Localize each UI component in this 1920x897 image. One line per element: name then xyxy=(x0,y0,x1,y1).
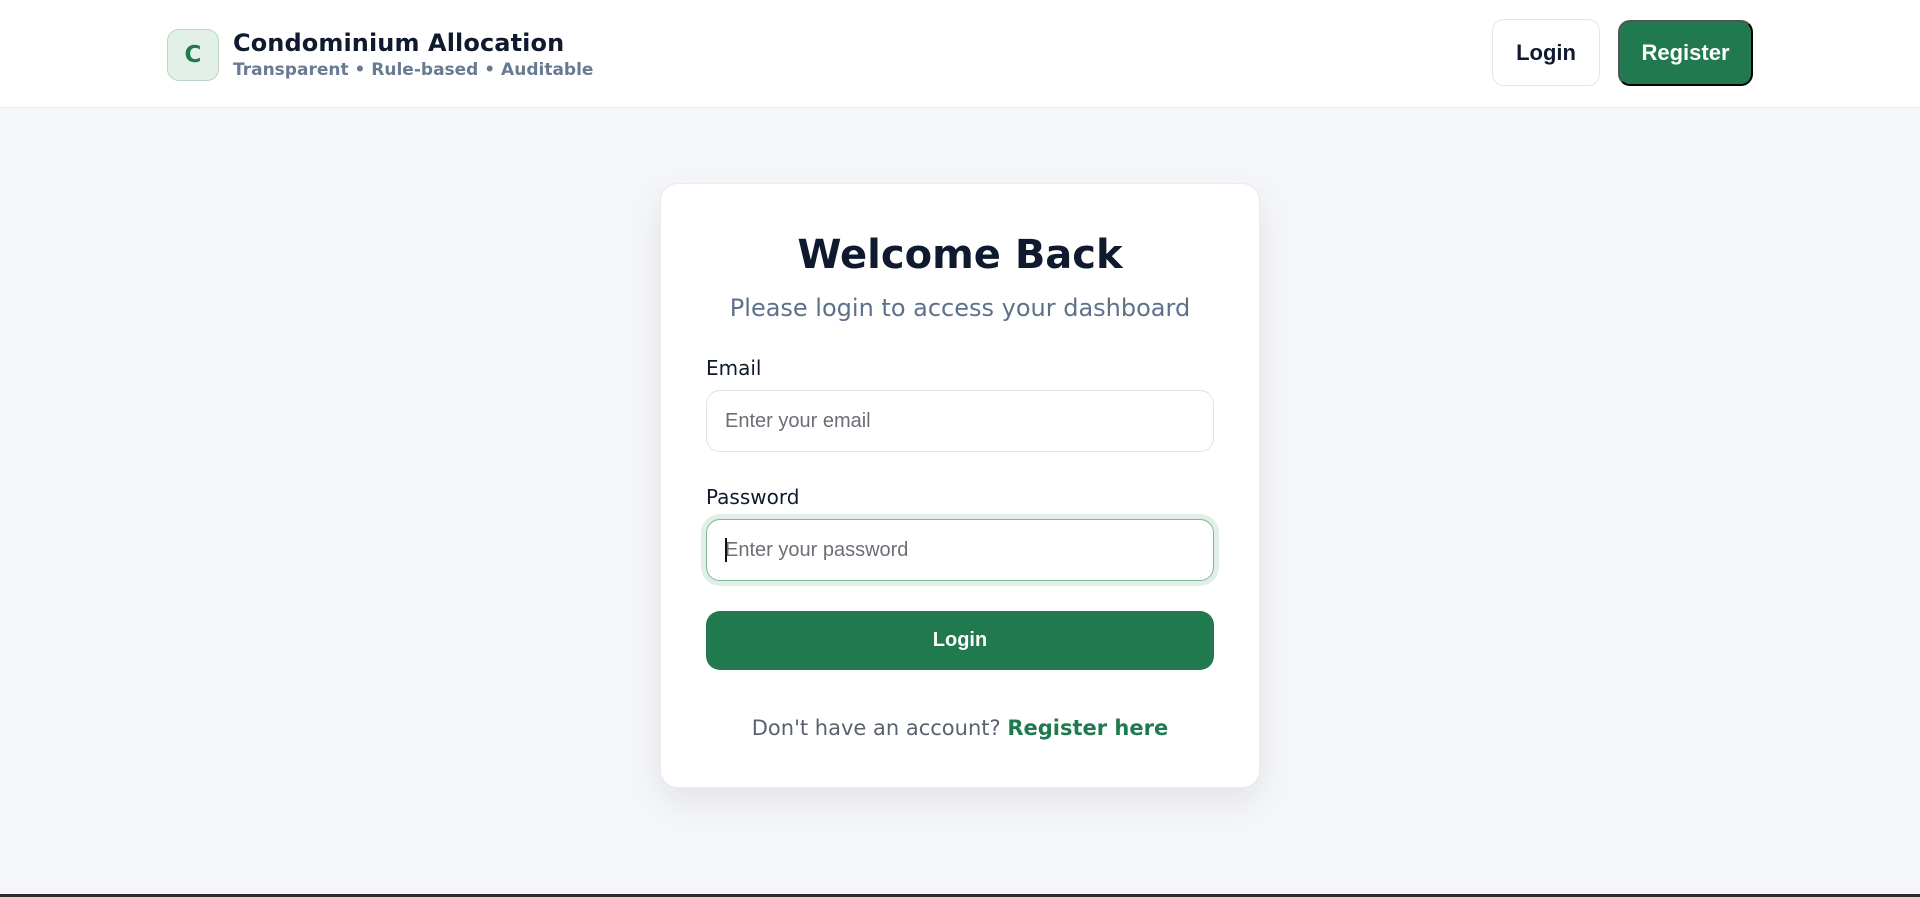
top-navigation-bar: C Condominium Allocation Transparent • R… xyxy=(0,0,1920,108)
login-subtitle: Please login to access your dashboard xyxy=(729,294,1191,322)
email-label: Email xyxy=(706,356,762,380)
nav-login-button[interactable]: Login xyxy=(1492,19,1600,86)
brand-logo-letter: C xyxy=(184,41,202,68)
app-tagline: Transparent • Rule-based • Auditable xyxy=(233,60,594,80)
password-field[interactable] xyxy=(706,519,1214,581)
login-card: Welcome Back Please login to access your… xyxy=(660,183,1260,788)
login-submit-button[interactable]: Login xyxy=(706,611,1214,670)
app-title: Condominium Allocation xyxy=(233,29,565,57)
brand-text: Condominium Allocation Transparent • Rul… xyxy=(233,28,593,81)
text-caret xyxy=(725,538,727,562)
email-field[interactable] xyxy=(706,390,1214,452)
password-label: Password xyxy=(706,485,800,509)
brand[interactable]: C Condominium Allocation Transparent • R… xyxy=(167,28,593,81)
register-here-link[interactable]: Register here xyxy=(1007,716,1168,740)
login-title: Welcome Back xyxy=(797,232,1123,278)
register-prompt: Don't have an account? Register here xyxy=(661,716,1259,740)
brand-logo: C xyxy=(167,28,219,81)
no-account-text: Don't have an account? xyxy=(751,716,1001,740)
nav-register-button[interactable]: Register xyxy=(1618,20,1753,86)
